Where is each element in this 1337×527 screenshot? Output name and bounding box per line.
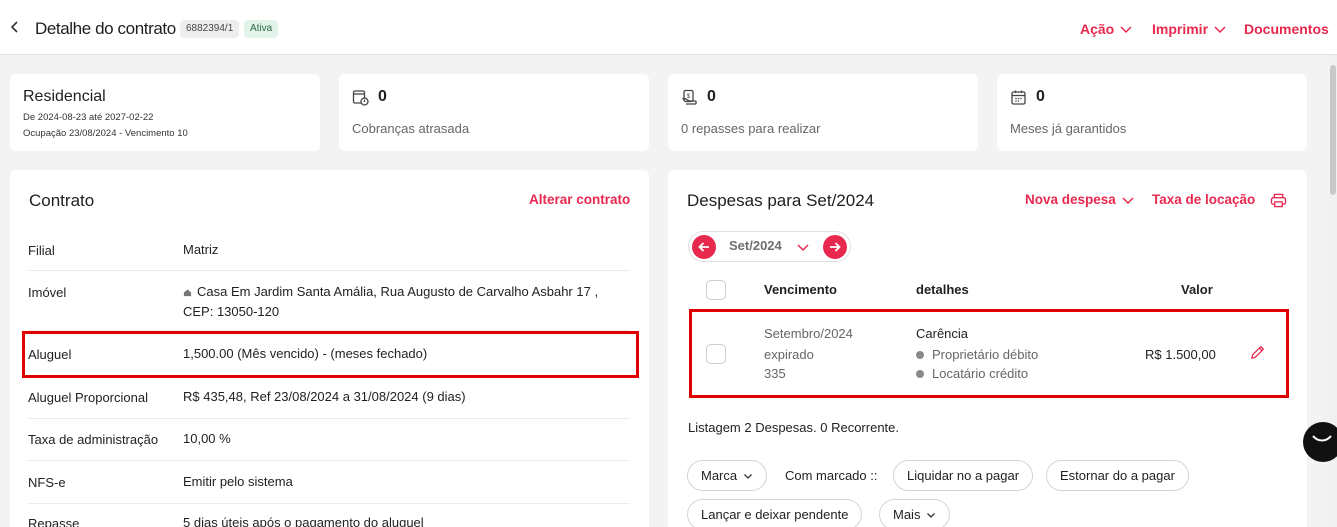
expense-highlight-box — [689, 309, 1289, 398]
marca-dropdown[interactable]: Marca — [687, 460, 768, 491]
cobrancas-label: Cobranças atrasada — [352, 121, 470, 136]
chevron-down-icon — [1214, 26, 1226, 34]
contract-number-badge: 6882394/1 — [180, 20, 240, 38]
estornar-button[interactable]: Estornar do a pagar — [1046, 460, 1189, 491]
row-value: 10,00 % — [183, 431, 231, 446]
mais-dropdown[interactable]: Mais — [879, 499, 951, 527]
alterar-contrato-link[interactable]: Alterar contrato — [529, 192, 630, 207]
imovel-address: Casa Em Jardim Santa Amália, Rua Augusto… — [183, 284, 599, 319]
row-label: Taxa de administração — [28, 432, 159, 447]
meses-card[interactable]: 0 Meses já garantidos — [997, 74, 1307, 151]
imprimir-label: Imprimir — [1152, 21, 1209, 37]
meses-label: Meses já garantidos — [1010, 121, 1127, 136]
meses-count: 0 — [1036, 88, 1045, 105]
acao-label: Ação — [1080, 21, 1115, 37]
despesas-title: Despesas para Set/2024 — [687, 191, 875, 210]
row-label: Aluguel Proporcional — [28, 390, 148, 405]
printer-icon[interactable] — [1270, 193, 1287, 208]
residencial-occupation: Ocupação 23/08/2024 - Vencimento 10 — [23, 128, 188, 139]
chevron-down-icon — [744, 473, 753, 479]
repasses-count: 0 — [707, 88, 716, 105]
chat-icon — [1312, 435, 1332, 442]
select-all-checkbox[interactable] — [706, 280, 726, 300]
status-badge: Ativa — [244, 20, 279, 38]
month-selector: Set/2024 — [688, 231, 851, 262]
chevron-down-icon — [1120, 26, 1132, 34]
lancar-label: Lançar e deixar pendente — [701, 507, 849, 522]
repasses-card[interactable]: $ 0 0 repasses para realizar — [668, 74, 978, 151]
repasses-label: 0 repasses para realizar — [681, 121, 821, 136]
column-header-valor: Valor — [1181, 282, 1213, 297]
row-value: Matriz — [183, 242, 219, 257]
row-value: R$ 435,48, Ref 23/08/2024 a 31/08/2024 (… — [183, 389, 466, 404]
residencial-period: De 2024-08-23 até 2027-02-22 — [23, 112, 154, 123]
chevron-down-icon[interactable] — [797, 241, 809, 253]
arrow-right-icon — [830, 242, 841, 252]
row-imovel: Imóvel Casa Em Jardim Santa Amália, Rua … — [28, 271, 630, 331]
taxa-locacao-link[interactable]: Taxa de locação — [1152, 192, 1255, 207]
svg-text:$: $ — [687, 94, 691, 100]
nova-despesa-label: Nova despesa — [1025, 192, 1116, 207]
listing-summary: Listagem 2 Despesas. 0 Recorrente. — [688, 420, 899, 435]
prev-month-button[interactable] — [692, 235, 716, 259]
month-label[interactable]: Set/2024 — [729, 238, 782, 253]
mais-label: Mais — [893, 507, 921, 522]
cobrancas-card[interactable]: 0 Cobranças atrasada — [339, 74, 649, 151]
liquidar-button[interactable]: Liquidar no a pagar — [893, 460, 1034, 491]
row-label: NFS-e — [28, 475, 66, 490]
arrow-left-icon — [698, 242, 709, 252]
liquidar-label: Liquidar no a pagar — [907, 468, 1020, 483]
row-value: Emitir pelo sistema — [183, 474, 293, 489]
imprimir-menu-button[interactable]: Imprimir — [1152, 21, 1226, 37]
row-taxa-administracao: Taxa de administração 10,00 % — [28, 419, 630, 461]
nova-despesa-button[interactable]: Nova despesa — [1025, 192, 1134, 207]
row-label: Imóvel — [28, 285, 67, 300]
column-header-vencimento: Vencimento — [764, 282, 837, 297]
top-bar: Detalhe do contrato 6882394/1 Ativa Ação… — [0, 0, 1337, 55]
chevron-down-icon — [1122, 196, 1134, 204]
com-marcado-label: Com marcado :: — [785, 468, 878, 483]
acao-menu-button[interactable]: Ação — [1080, 21, 1132, 37]
row-label: Repasse — [28, 516, 80, 527]
calendar-icon — [1011, 90, 1026, 105]
row-label: Filial — [28, 243, 55, 258]
aluguel-highlight-box — [22, 331, 639, 378]
residencial-card: Residencial De 2024-08-23 até 2027-02-22… — [10, 74, 320, 151]
row-aluguel-proporcional: Aluguel Proporcional R$ 435,48, Ref 23/0… — [28, 376, 630, 419]
row-value: Casa Em Jardim Santa Amália, Rua Augusto… — [183, 282, 623, 322]
chevron-down-icon — [927, 512, 936, 518]
scrollbar-thumb[interactable] — [1330, 65, 1336, 195]
estornar-label: Estornar do a pagar — [1060, 468, 1175, 483]
transfer-hand-icon: $ — [682, 89, 697, 105]
overdue-bill-icon — [352, 90, 369, 106]
back-arrow-icon[interactable] — [8, 20, 22, 34]
documentos-label: Documentos — [1244, 21, 1329, 37]
row-nfse: NFS-e Emitir pelo sistema — [28, 461, 630, 504]
chat-launcher-button[interactable] — [1303, 422, 1337, 462]
residencial-title: Residencial — [23, 88, 106, 105]
cobrancas-count: 0 — [378, 88, 387, 105]
page-title: Detalhe do contrato — [35, 19, 176, 38]
marca-label: Marca — [701, 468, 738, 483]
column-header-detalhes: detalhes — [916, 282, 969, 297]
row-value: 5 dias úteis após o pagamento do aluguel — [183, 515, 424, 527]
lancar-pendente-button[interactable]: Lançar e deixar pendente — [687, 499, 863, 527]
documentos-button[interactable]: Documentos — [1244, 21, 1329, 37]
contrato-title: Contrato — [29, 191, 95, 210]
row-repasse: Repasse 5 dias úteis após o pagamento do… — [28, 504, 630, 527]
home-icon — [183, 289, 192, 297]
row-filial: Filial Matriz — [28, 232, 630, 271]
next-month-button[interactable] — [823, 235, 847, 259]
